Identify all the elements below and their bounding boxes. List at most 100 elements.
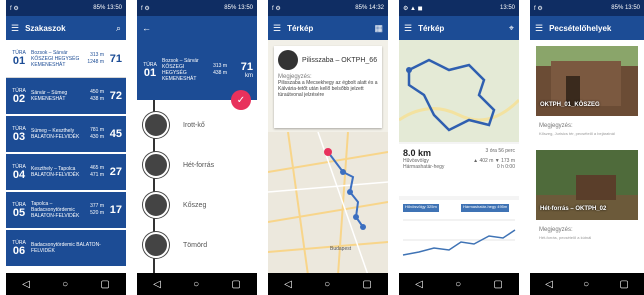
app-bar: ← <box>137 16 257 40</box>
back-icon[interactable]: ◁ <box>415 279 423 290</box>
route-number: 06 <box>12 244 26 257</box>
note-text: Kőszeg, Jurisics tér, pecsételő a bejára… <box>539 131 615 136</box>
checkmark-fab-button[interactable]: ✓ <box>231 90 251 110</box>
status-bar: ⚙ ▲ ◼ 13:50 <box>399 0 519 16</box>
route-small-meta: 0 h 0:00 <box>496 164 515 170</box>
stage-detail: TÚRA 01 Bozsok – Sárvár KŐSZEGI HEGYSÉG K… <box>137 40 257 273</box>
status-right: 85% 13:50 <box>611 5 640 11</box>
stamp-point-card[interactable]: Pilisszaba – OKTPH_66 Megjegyzés: Piliss… <box>274 46 382 128</box>
recent-apps-icon[interactable]: ▢ <box>100 279 109 290</box>
route-map-canvas <box>399 40 519 142</box>
android-nav-bar: ◁ ○ ▢ <box>6 273 126 295</box>
back-icon[interactable]: ◁ <box>284 279 292 290</box>
stamp-logo-icon <box>278 50 298 70</box>
status-left: f ⚙ <box>534 5 543 12</box>
route-number: 03 <box>12 130 26 143</box>
back-icon[interactable]: ◁ <box>545 279 553 290</box>
route-end-place: Hármashatár-hegy <box>403 164 445 170</box>
stamp-place-photo[interactable]: Hét-forrás – OKTPH_02 <box>536 150 638 220</box>
route-elev-up: 313 m <box>90 51 104 58</box>
home-icon[interactable]: ○ <box>62 279 68 290</box>
stamp-icon <box>143 152 169 178</box>
start-pin-icon <box>324 148 332 156</box>
stamp-note: Megjegyzés: Kőszeg, Jurisics tér, pecsét… <box>536 120 638 146</box>
search-icon[interactable]: ⌕ <box>116 23 121 33</box>
route-number: 01 <box>143 66 157 79</box>
phone-stage-detail: f ⚙ 85% 13:50 ← TÚRA 01 Bozsok – Sárvár K… <box>137 0 257 295</box>
stop-name: Kőszeg <box>183 201 207 209</box>
route-item[interactable]: TÚRA 03 Sümeg – Keszthely BALATON-FELVIDÉ… <box>6 116 126 154</box>
home-icon[interactable]: ○ <box>193 279 199 290</box>
route-item[interactable]: TÚRA 02 Sárvár – Sümeg KEMENESHÁT 450 m 43… <box>6 78 126 116</box>
location-pin-icon[interactable]: ⌖ <box>509 23 514 33</box>
route-distance: 45 <box>109 128 122 140</box>
recent-apps-icon[interactable]: ▢ <box>619 279 628 290</box>
map-icon[interactable]: ▦ <box>374 23 383 33</box>
stop-item[interactable]: Tömörd <box>143 232 207 258</box>
route-distance-unit: km <box>245 73 253 79</box>
home-icon[interactable]: ○ <box>583 279 589 290</box>
back-icon[interactable]: ◁ <box>22 279 30 290</box>
status-right: 85% 13:50 <box>93 5 122 11</box>
phone-map-route: ⚙ ▲ ◼ 13:50 ☰ Térkép ⌖ 8.0 km 3 óra 56 p… <box>399 0 519 295</box>
photo-caption: Hét-forrás – OKTPH_02 <box>540 206 607 212</box>
stop-item[interactable]: Kőszeg <box>143 192 206 218</box>
route-elev-up: 450 m <box>90 89 104 95</box>
phone-map-card: f ⚙ 85% 14:32 ☰ Térkép ▦ Pilisszaba – OK… <box>268 0 388 295</box>
route-elev-down: 471 m <box>90 172 104 178</box>
screenshots-strip: f ⚙ 85% 13:50 ☰ Szakaszok ⌕ TÚRA 01 Bozso… <box>0 0 644 295</box>
route-name: Bozsok – Sárvár KŐSZEGI HEGYSÉG KEMENESH… <box>162 58 199 82</box>
recent-apps-icon[interactable]: ▢ <box>231 279 240 290</box>
elevation-label-start: Hűvösvölgy 325m <box>403 204 439 212</box>
route-elev-down: 438 m <box>213 70 227 76</box>
route-name: Sümeg – Keszthely BALATON-FELVIDÉK <box>31 128 80 140</box>
route-time: 3 óra 56 perc <box>485 148 515 154</box>
app-title: Térkép <box>287 23 314 33</box>
route-number: 05 <box>12 206 26 219</box>
back-icon[interactable]: ◁ <box>153 279 161 290</box>
stamp-place-photo[interactable]: OKTPH_01_KÖSZEG <box>536 46 638 116</box>
elevation-profile: Hűvösvölgy 325m Hármashatár-hegy 495m <box>399 200 519 273</box>
android-nav-bar: ◁ ○ ▢ <box>530 273 644 295</box>
route-item[interactable]: TÚRA 05 Tapolca – Badacsonytördemic BALAT… <box>6 192 126 230</box>
route-number: 01 <box>12 55 26 67</box>
home-icon[interactable]: ○ <box>455 279 461 290</box>
note-label: Megjegyzés: <box>539 227 573 233</box>
route-item[interactable]: TÚRA 04 Keszthely – Tapolca BALATON-FELVI… <box>6 154 126 192</box>
route-item[interactable]: TÚRA 06 Badacsonytördemic BALATON-FELVIDÉ… <box>6 230 126 268</box>
android-nav-bar: ◁ ○ ▢ <box>268 273 388 295</box>
route-name: Sárvár – Sümeg KEMENESHÁT <box>31 90 68 102</box>
route-elev-down: 430 m <box>90 134 104 140</box>
menu-icon[interactable]: ☰ <box>535 23 543 33</box>
route-elev-down: 438 m <box>90 96 104 102</box>
card-title: Pilisszaba – OKTPH_66 <box>302 56 378 64</box>
waypoint-pin-icon <box>360 224 366 230</box>
phone-stamp-places: f ⚙ 85% 13:50 ☰ Pecsételőhelyek OKTPH_01… <box>530 0 644 295</box>
app-bar: ☰ Szakaszok ⌕ <box>6 16 126 40</box>
menu-icon[interactable]: ☰ <box>404 23 412 33</box>
menu-icon[interactable]: ☰ <box>11 23 19 33</box>
phone-stage-list: f ⚙ 85% 13:50 ☰ Szakaszok ⌕ TÚRA 01 Bozso… <box>6 0 126 295</box>
menu-icon[interactable]: ☰ <box>273 23 281 33</box>
route-distance: 17 <box>109 204 122 216</box>
route-name: Bozsok – Sárvár KŐSZEGI HEGYSÉG KEMENESH… <box>31 49 80 68</box>
stamp-icon <box>143 232 169 258</box>
map-view[interactable]: Budapest <box>268 131 388 273</box>
stop-item[interactable]: Irott-kő <box>143 112 205 138</box>
route-elev-up: 465 m <box>90 165 104 171</box>
card-text: Pilisszaba a Mecsekhegy az égbolt alatt … <box>278 80 378 98</box>
recent-apps-icon[interactable]: ▢ <box>362 279 371 290</box>
stop-name: Irott-kő <box>183 121 205 129</box>
route-distance: 71 <box>240 61 253 73</box>
status-left: f ⚙ <box>10 5 19 12</box>
map-screen: Pilisszaba – OKTPH_66 Megjegyzés: Piliss… <box>268 40 388 273</box>
recent-apps-icon[interactable]: ▢ <box>493 279 502 290</box>
route-number: 04 <box>12 168 26 181</box>
home-icon[interactable]: ○ <box>324 279 330 290</box>
back-arrow-icon[interactable]: ← <box>142 23 151 33</box>
stop-name: Tömörd <box>183 241 208 249</box>
stop-item[interactable]: Hét-forrás <box>143 152 214 178</box>
route-map-view[interactable] <box>399 40 519 142</box>
note-text: Hét-forrás, pecsételő a kútnál <box>539 235 592 240</box>
route-item[interactable]: TÚRA 01 Bozsok – Sárvár KŐSZEGI HEGYSÉG K… <box>6 40 126 78</box>
